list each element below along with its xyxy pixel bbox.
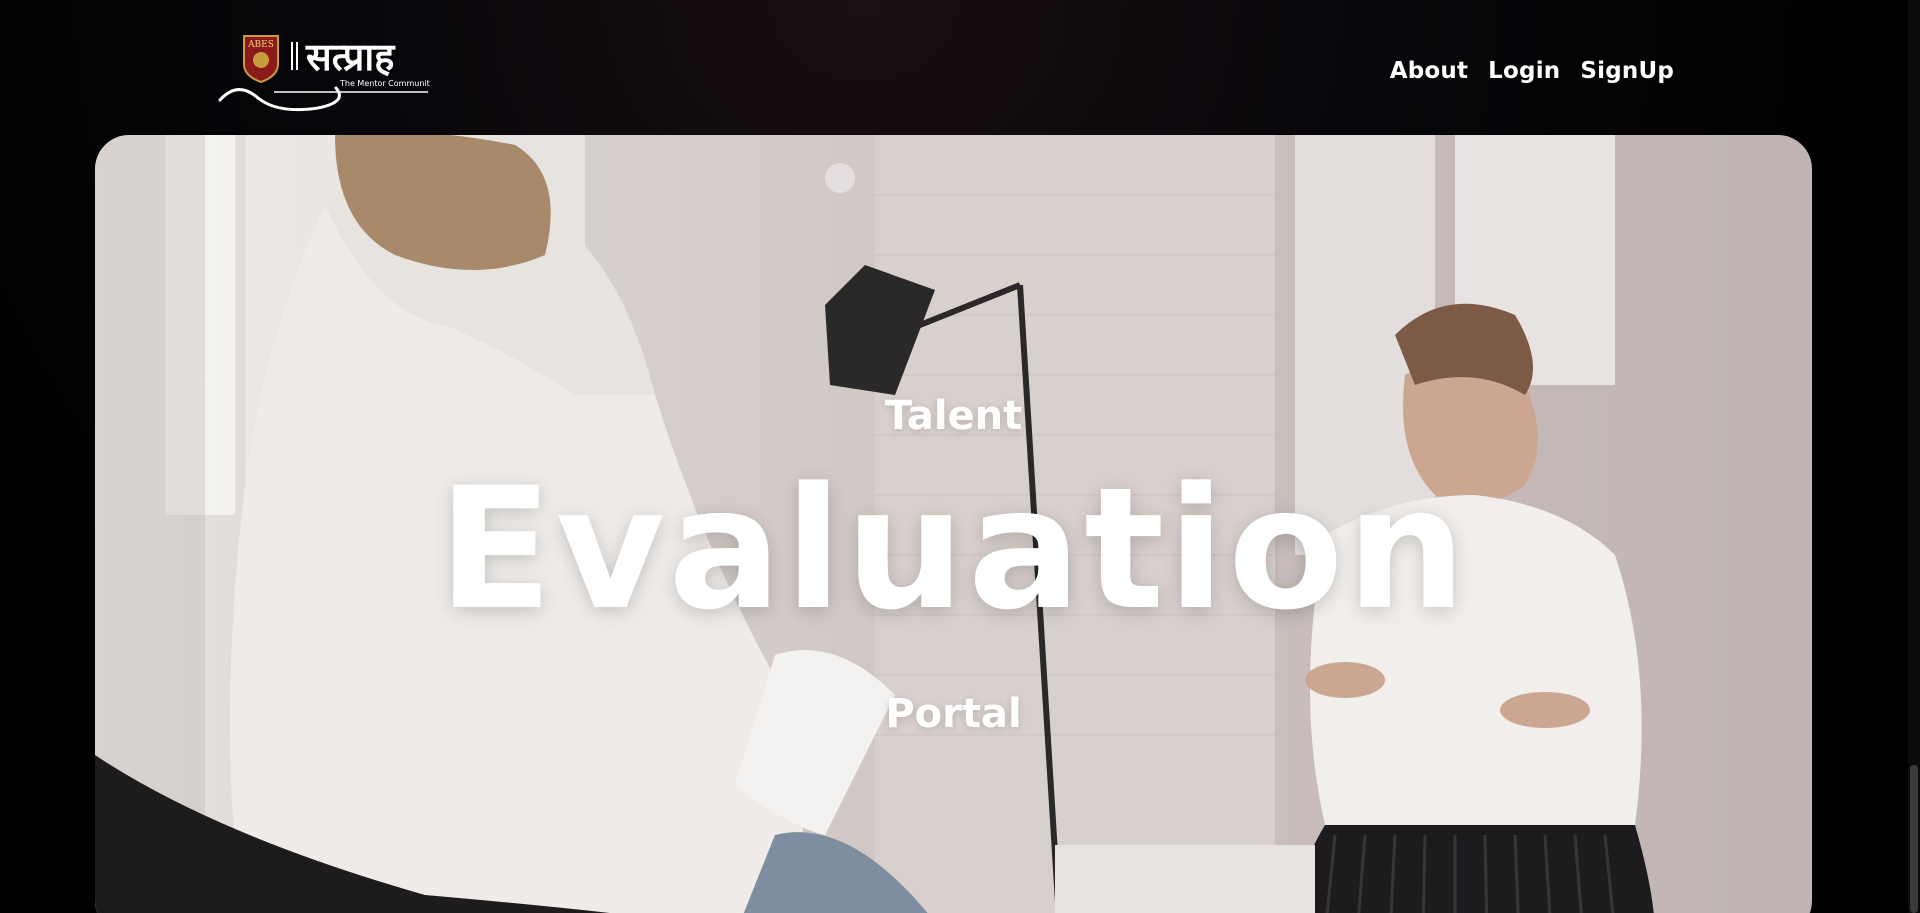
logo-tagline: The Mentor Community (339, 79, 430, 88)
hero-text: Talent Evaluation Portal (95, 135, 1812, 913)
badge-text: ABES (247, 40, 274, 50)
hero-line-portal: Portal (885, 691, 1022, 737)
page: ABES सत्प्राह The Mentor Community About… (0, 0, 1920, 913)
brand-wordmark: सत्प्राह (305, 34, 396, 79)
site-logo[interactable]: ABES सत्प्राह The Mentor Community (218, 30, 435, 122)
nav-login-link[interactable]: Login (1488, 58, 1560, 84)
nav-about-link[interactable]: About (1390, 58, 1468, 84)
hero-line-talent: Talent (884, 393, 1023, 439)
scrollbar-thumb[interactable] (1910, 765, 1918, 913)
main-nav: About Login SignUp (1390, 58, 1674, 84)
abes-badge-icon: ABES (243, 35, 279, 84)
site-header: ABES सत्प्राह The Mentor Community About… (0, 0, 1920, 135)
page-scrollbar[interactable] (1908, 0, 1920, 913)
hero-title: Evaluation (437, 451, 1470, 647)
nav-signup-link[interactable]: SignUp (1580, 58, 1674, 84)
hero-banner: Talent Evaluation Portal (95, 135, 1812, 913)
